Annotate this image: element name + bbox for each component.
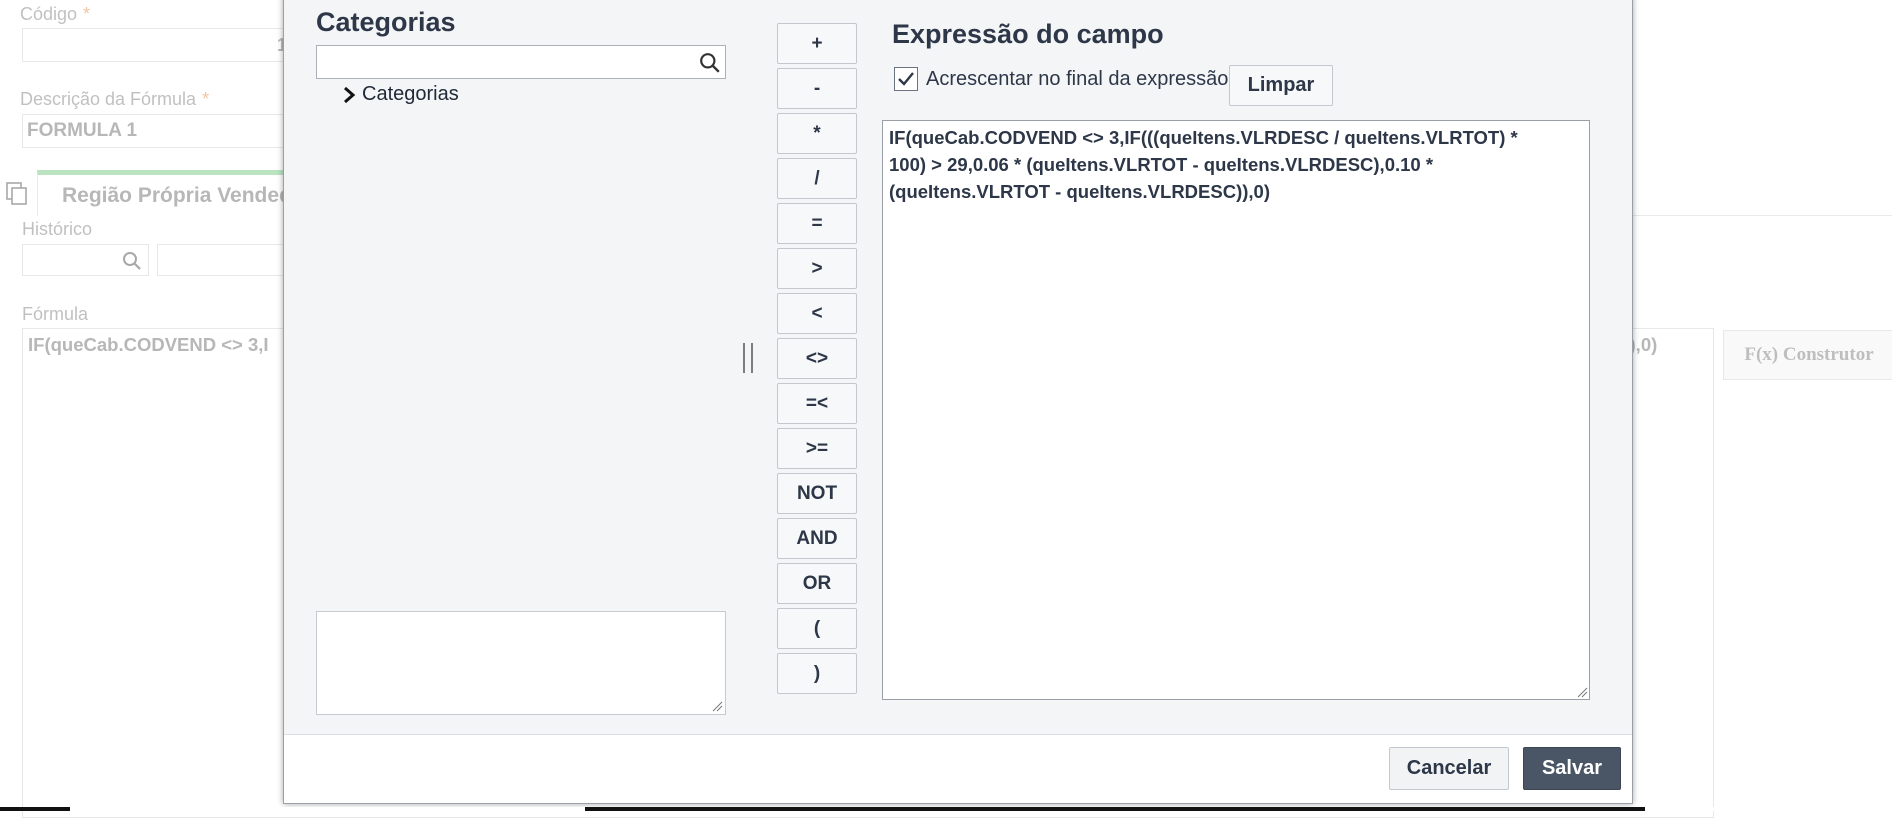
operator-open-paren-button[interactable]: ( bbox=[777, 608, 857, 649]
chevron-right-icon[interactable] bbox=[342, 86, 356, 104]
clear-button[interactable]: Limpar bbox=[1229, 65, 1333, 106]
historico-code-field[interactable] bbox=[22, 244, 149, 276]
operator-greater-button[interactable]: > bbox=[777, 248, 857, 289]
operator-or-button[interactable]: OR bbox=[777, 563, 857, 604]
search-icon[interactable] bbox=[122, 251, 142, 271]
copy-icon[interactable] bbox=[6, 182, 28, 206]
cancel-button[interactable]: Cancelar bbox=[1389, 747, 1509, 790]
operator-equals-button[interactable]: = bbox=[777, 203, 857, 244]
formula-builder-dialog: Categorias Categorias + - * / = > < <> =… bbox=[283, 0, 1633, 804]
append-checkbox-label: Acrescentar no final da expressão bbox=[926, 67, 1229, 90]
resize-handle-icon[interactable] bbox=[1576, 686, 1588, 698]
formula-label: Fórmula bbox=[22, 304, 89, 324]
append-checkbox[interactable] bbox=[894, 67, 918, 91]
fx-construtor-button[interactable]: F(x) Construtor bbox=[1723, 330, 1892, 380]
codigo-label: Código * bbox=[20, 4, 91, 24]
operator-and-button[interactable]: AND bbox=[777, 518, 857, 559]
category-tree-root[interactable]: Categorias bbox=[342, 83, 459, 106]
checkmark-icon bbox=[898, 72, 914, 86]
expression-textarea[interactable]: IF(queCab.CODVEND <> 3,IF(((queItens.VLR… bbox=[882, 120, 1590, 700]
category-tree-label: Categorias bbox=[362, 83, 459, 105]
descricao-value: FORMULA 1 bbox=[27, 120, 138, 141]
descricao-label: Descrição da Fórmula * bbox=[20, 89, 210, 109]
save-button[interactable]: Salvar bbox=[1523, 747, 1621, 790]
operator-not-equal-button[interactable]: <> bbox=[777, 338, 857, 379]
category-search-input[interactable] bbox=[316, 45, 726, 79]
append-option-row: Acrescentar no final da expressão bbox=[894, 67, 1228, 91]
required-mark: * bbox=[83, 4, 91, 24]
operator-greater-equal-button[interactable]: >= bbox=[777, 428, 857, 469]
operator-plus-button[interactable]: + bbox=[777, 23, 857, 64]
expression-title: Expressão do campo bbox=[892, 19, 1164, 49]
required-mark: * bbox=[202, 89, 210, 109]
resize-handle-icon[interactable] bbox=[711, 700, 723, 712]
codigo-field[interactable]: 1 bbox=[22, 28, 292, 62]
category-description-area[interactable] bbox=[316, 611, 726, 715]
bottom-edge-bar bbox=[0, 807, 1892, 811]
operator-less-button[interactable]: < bbox=[777, 293, 857, 334]
operator-divide-button[interactable]: / bbox=[777, 158, 857, 199]
historico-desc-field[interactable] bbox=[157, 244, 297, 276]
categories-title: Categorias bbox=[316, 7, 456, 37]
operator-multiply-button[interactable]: * bbox=[777, 113, 857, 154]
panel-splitter-handle[interactable] bbox=[739, 343, 757, 373]
tab-regiao-propria-label: Região Própria Vended bbox=[62, 184, 292, 207]
formula-left-text: IF(queCab.CODVEND <> 3,I bbox=[28, 334, 269, 355]
operator-close-paren-button[interactable]: ) bbox=[777, 653, 857, 694]
operator-not-button[interactable]: NOT bbox=[777, 473, 857, 514]
operator-less-equal-button[interactable]: =< bbox=[777, 383, 857, 424]
historico-label: Histórico bbox=[22, 219, 93, 239]
search-icon[interactable] bbox=[699, 52, 721, 74]
operator-minus-button[interactable]: - bbox=[777, 68, 857, 109]
